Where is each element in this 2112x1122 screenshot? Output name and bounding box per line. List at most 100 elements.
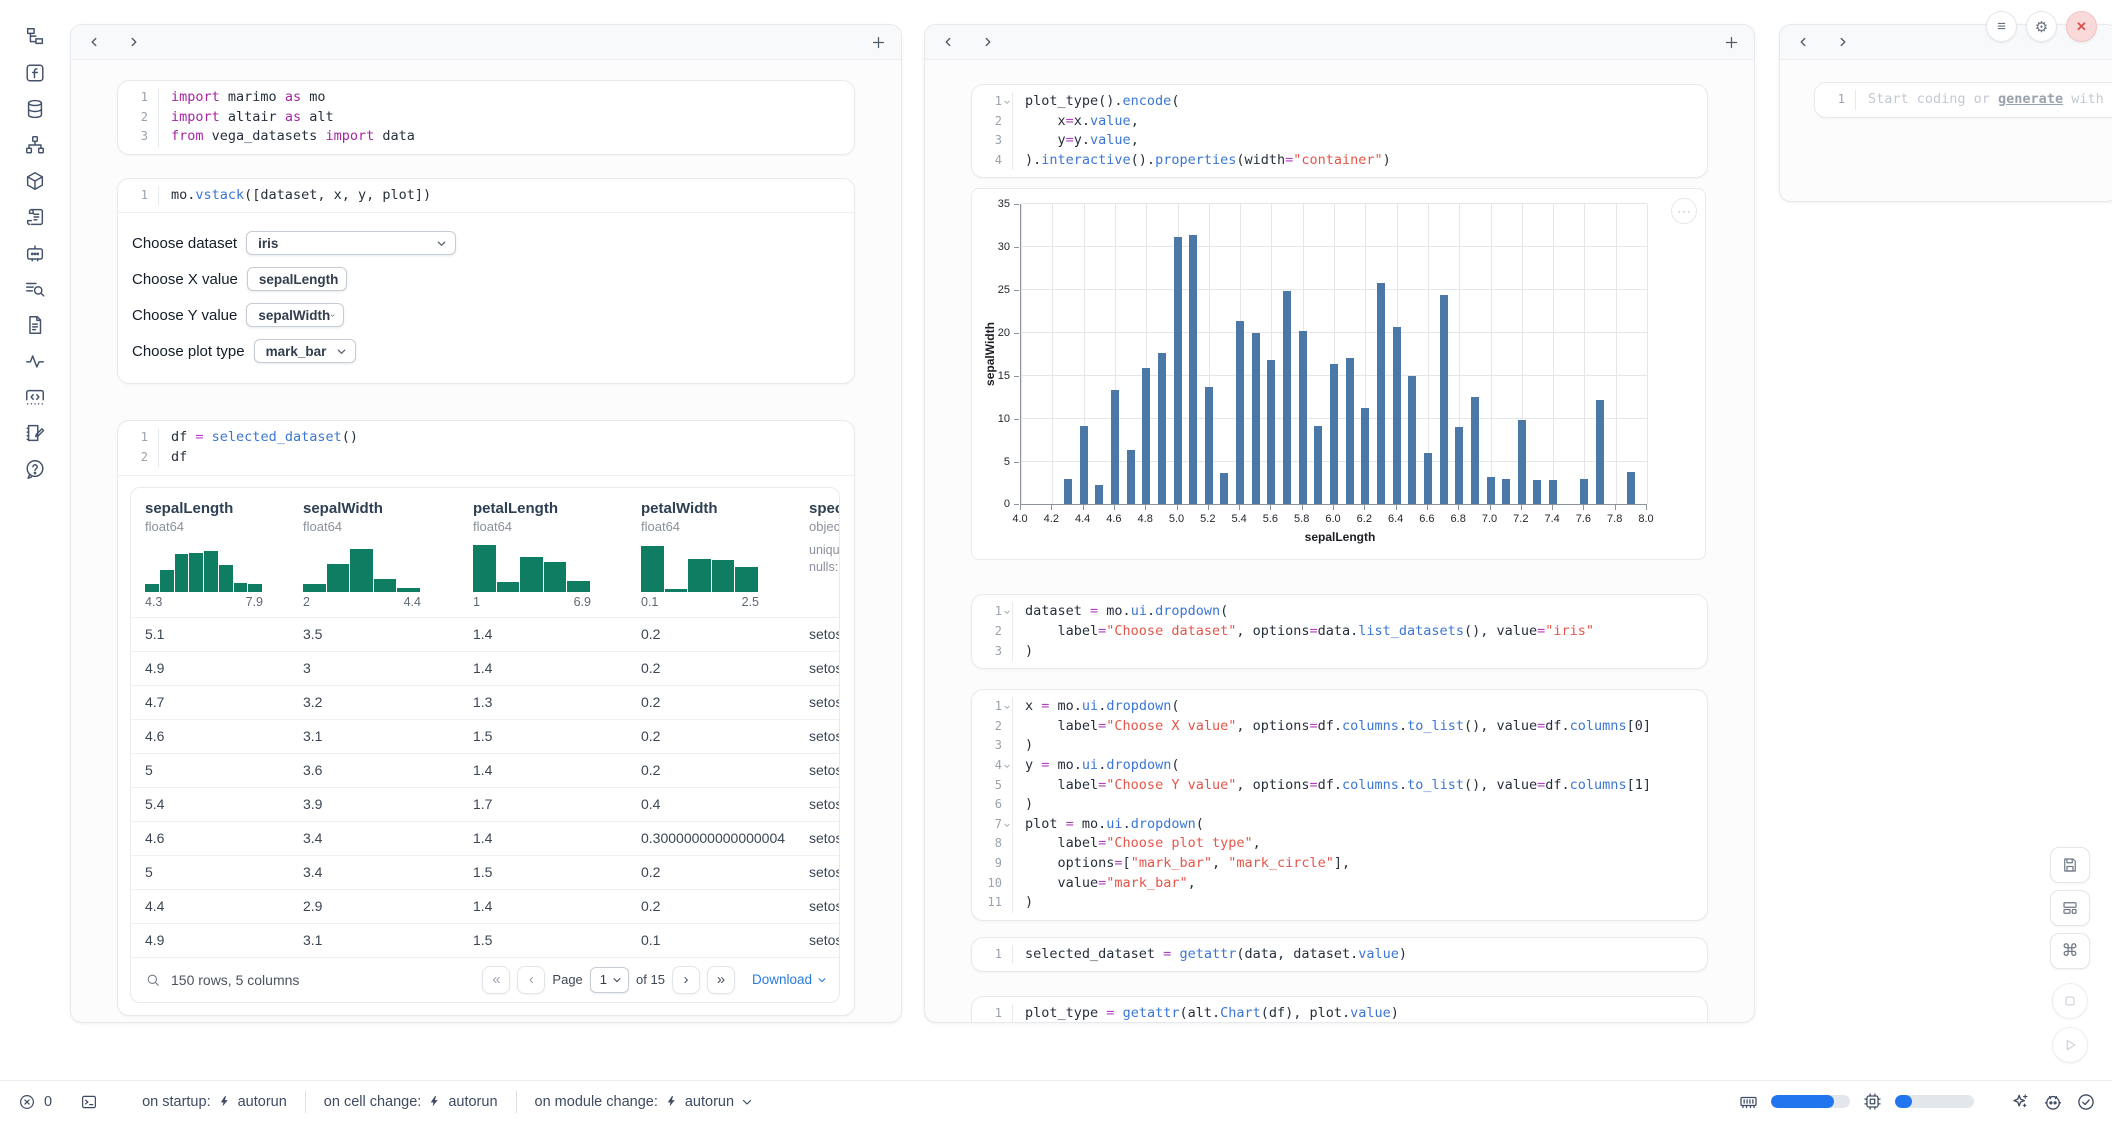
- table-row[interactable]: 4.931.40.2setosa: [131, 651, 839, 685]
- add-cell-icon[interactable]: [1724, 35, 1738, 49]
- cell-dataset-dropdown[interactable]: 1dataset = mo.ui.dropdown(2 label="Choos…: [971, 594, 1708, 669]
- table-row[interactable]: 53.41.50.2setosa: [131, 855, 839, 889]
- table-row[interactable]: 4.73.21.30.2setosa: [131, 685, 839, 719]
- code-line[interactable]: 1df = selected_dataset(): [118, 428, 854, 448]
- chart-bar[interactable]: [1424, 453, 1432, 504]
- autorun-mode-toggle[interactable]: on module change:autorun: [535, 1094, 754, 1110]
- chart-bar[interactable]: [1127, 450, 1135, 505]
- chart-bar[interactable]: [1580, 479, 1588, 505]
- column-header[interactable]: speciesobjectuniquenulls:: [809, 500, 839, 609]
- cell-xy-dropdowns[interactable]: 1x = mo.ui.dropdown(2 label="Choose X va…: [971, 689, 1708, 921]
- dropdown-select[interactable]: iris: [246, 231, 456, 255]
- generate-link[interactable]: generate: [1998, 91, 2063, 107]
- code-snippet-icon[interactable]: [24, 386, 46, 408]
- code-line[interactable]: 5 label="Choose Y value", options=df.col…: [972, 776, 1707, 796]
- document-icon[interactable]: [24, 314, 46, 336]
- page-select[interactable]: 1: [590, 967, 629, 993]
- chart-plot-area[interactable]: [1020, 204, 1647, 505]
- terminal-icon[interactable]: [80, 1093, 98, 1111]
- table-row[interactable]: 4.63.11.50.2setosa: [131, 719, 839, 753]
- chevron-right-icon[interactable]: [981, 35, 995, 49]
- first-page-button[interactable]: «: [482, 966, 510, 994]
- chart-bar[interactable]: [1361, 408, 1369, 505]
- code-line[interactable]: 1x = mo.ui.dropdown(: [972, 697, 1707, 717]
- chat-bot-icon[interactable]: [24, 242, 46, 264]
- altair-chart[interactable]: 4.04.24.44.64.85.05.25.45.65.86.06.26.46…: [971, 188, 1706, 560]
- chart-bar[interactable]: [1220, 473, 1228, 505]
- chart-bar[interactable]: [1314, 426, 1322, 505]
- run-button[interactable]: [2052, 1027, 2088, 1063]
- chart-bar[interactable]: [1471, 397, 1479, 504]
- dropdown-select[interactable]: sepalLength: [247, 267, 347, 291]
- chart-bar[interactable]: [1408, 376, 1416, 505]
- chart-bar[interactable]: [1252, 333, 1260, 504]
- column-header[interactable]: petalLengthfloat6416.9: [473, 500, 641, 609]
- autorun-mode-toggle[interactable]: on startup:autorun: [142, 1094, 287, 1110]
- table-row[interactable]: 5.43.91.70.4setosa: [131, 787, 839, 821]
- chart-bar[interactable]: [1627, 472, 1635, 505]
- settings-gear-icon[interactable]: ⚙: [2026, 11, 2057, 42]
- cell-imports[interactable]: 1import marimo as mo2import altair as al…: [117, 80, 855, 155]
- search-list-icon[interactable]: [24, 278, 46, 300]
- code-line[interactable]: 1dataset = mo.ui.dropdown(: [972, 602, 1707, 622]
- next-page-button[interactable]: ›: [672, 966, 700, 994]
- chevron-right-icon[interactable]: [1836, 35, 1850, 49]
- code-line[interactable]: 1selected_dataset = getattr(data, datase…: [972, 945, 1707, 965]
- error-indicator[interactable]: 0: [18, 1093, 52, 1111]
- chart-bar[interactable]: [1174, 237, 1182, 504]
- code-line[interactable]: 1plot_type().encode(: [972, 92, 1707, 112]
- table-row[interactable]: 5.13.51.40.2setosa: [131, 617, 839, 651]
- table-row[interactable]: 4.63.41.40.30000000000000004setosa: [131, 821, 839, 855]
- ai-sparkles-icon[interactable]: [2010, 1092, 2030, 1112]
- prev-page-button[interactable]: ‹: [517, 966, 545, 994]
- connection-status-icon[interactable]: [2076, 1092, 2096, 1112]
- code-line[interactable]: 11): [972, 893, 1707, 913]
- chart-bar[interactable]: [1236, 321, 1244, 504]
- cell-dataframe[interactable]: 1df = selected_dataset()2df sepalLengthf…: [117, 420, 855, 1015]
- column-header[interactable]: sepalWidthfloat6424.4: [303, 500, 473, 609]
- code-line[interactable]: 4y = mo.ui.dropdown(: [972, 756, 1707, 776]
- chart-bar[interactable]: [1533, 480, 1541, 505]
- chart-bar[interactable]: [1267, 360, 1275, 505]
- chart-bar[interactable]: [1080, 426, 1088, 504]
- dropdown-select[interactable]: sepalWidth: [246, 303, 344, 327]
- layout-button[interactable]: [2050, 890, 2090, 926]
- code-line[interactable]: 1mo.vstack([dataset, x, y, plot]): [118, 186, 854, 206]
- chart-bar[interactable]: [1283, 291, 1291, 504]
- code-line[interactable]: 8 label="Choose plot type",: [972, 834, 1707, 854]
- workflow-icon[interactable]: [24, 134, 46, 156]
- chart-bar[interactable]: [1518, 420, 1526, 504]
- assistant-robot-icon[interactable]: [2043, 1092, 2063, 1112]
- chart-bar[interactable]: [1189, 235, 1197, 504]
- code-line[interactable]: 6): [972, 795, 1707, 815]
- chart-bar[interactable]: [1393, 327, 1401, 504]
- cell-plot-type[interactable]: 1plot_type = getattr(alt.Chart(df), plot…: [971, 996, 1708, 1023]
- dropdown-select[interactable]: mark_bar: [254, 339, 356, 363]
- scratchpad-placeholder[interactable]: Start coding or generate with: [1856, 90, 2104, 110]
- notebook-edit-icon[interactable]: [24, 422, 46, 444]
- code-line[interactable]: 2 label="Choose X value", options=df.col…: [972, 717, 1707, 737]
- activity-icon[interactable]: [24, 350, 46, 372]
- code-line[interactable]: 2 x=x.value,: [972, 112, 1707, 132]
- search-icon[interactable]: [145, 972, 161, 988]
- download-button[interactable]: Download: [752, 972, 827, 987]
- chevron-left-icon[interactable]: [941, 35, 955, 49]
- chart-bar[interactable]: [1142, 368, 1150, 504]
- chevron-left-icon[interactable]: [87, 35, 101, 49]
- code-line[interactable]: 7plot = mo.ui.dropdown(: [972, 815, 1707, 835]
- chart-bar[interactable]: [1455, 427, 1463, 504]
- table-row[interactable]: 4.42.91.40.2setosa: [131, 889, 839, 923]
- database-icon[interactable]: [24, 98, 46, 120]
- stop-button[interactable]: [2052, 983, 2088, 1019]
- column-header[interactable]: petalWidthfloat640.12.5: [641, 500, 809, 609]
- cell-selected-dataset[interactable]: 1selected_dataset = getattr(data, datase…: [971, 937, 1708, 973]
- chart-bar[interactable]: [1502, 479, 1510, 505]
- chart-bar[interactable]: [1440, 295, 1448, 504]
- chart-bar[interactable]: [1205, 387, 1213, 504]
- function-icon[interactable]: [24, 62, 46, 84]
- package-icon[interactable]: [24, 170, 46, 192]
- code-line[interactable]: 3): [972, 736, 1707, 756]
- table-row[interactable]: 4.93.11.50.1setosa: [131, 923, 839, 957]
- code-line[interactable]: 2df: [118, 448, 854, 468]
- chart-bar[interactable]: [1377, 283, 1385, 504]
